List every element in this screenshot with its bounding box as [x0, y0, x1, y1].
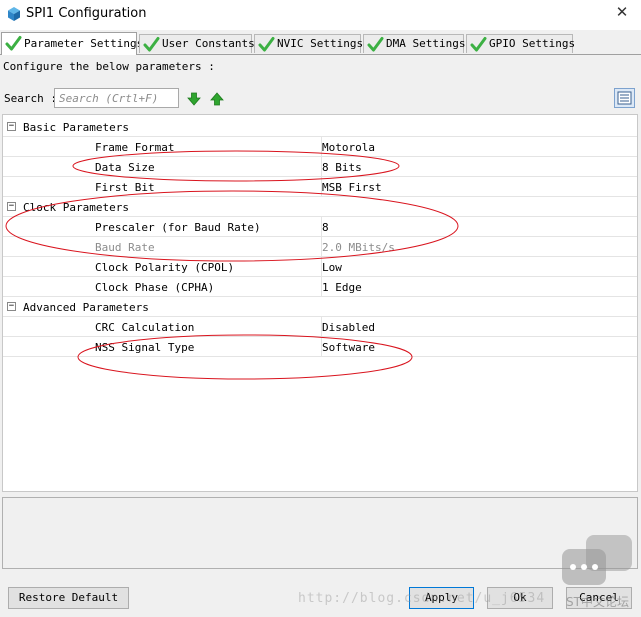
tab-nvic-settings[interactable]: NVIC Settings [254, 34, 364, 53]
group-clock-parameters[interactable]: − Clock Parameters [3, 197, 637, 217]
collapse-toggle-icon[interactable]: − [7, 202, 16, 211]
window-title: SPI1 Configuration [26, 6, 147, 21]
param-value-cell[interactable]: 8 [321, 217, 329, 236]
param-value: Disabled [322, 321, 375, 334]
check-icon [258, 37, 275, 52]
param-name: Frame Format [95, 141, 175, 154]
param-name: CRC Calculation [95, 321, 195, 334]
param-value-cell[interactable]: Disabled [321, 317, 375, 336]
list-view-icon [617, 91, 632, 105]
param-name: Baud Rate [95, 241, 155, 254]
param-row-crc-calculation[interactable]: CRC Calculation Disabled [3, 317, 637, 337]
param-value: Low [322, 261, 342, 274]
param-value-cell[interactable]: 8 Bits [321, 157, 362, 176]
group-name: Advanced Parameters [23, 301, 149, 314]
configure-instructions: Configure the below parameters : [3, 60, 215, 73]
param-value-cell[interactable]: 1 Edge [321, 277, 362, 296]
close-icon[interactable]: ✕ [615, 5, 629, 20]
tab-user-constants[interactable]: User Constants [139, 34, 255, 53]
tab-label: Parameter Settings [24, 37, 144, 50]
collapse-toggle-icon[interactable]: − [7, 122, 16, 131]
param-name: Prescaler (for Baud Rate) [95, 221, 261, 234]
param-value-cell[interactable]: Software [321, 337, 375, 356]
param-value: 2.0 MBits/s [322, 241, 395, 254]
param-name: NSS Signal Type [95, 341, 195, 354]
param-value: 1 Edge [322, 281, 362, 294]
tab-gpio-settings[interactable]: GPIO Settings [466, 34, 576, 53]
apply-button[interactable]: Apply [409, 587, 474, 609]
check-icon [470, 37, 487, 52]
param-row-clock-phase[interactable]: Clock Phase (CPHA) 1 Edge [3, 277, 637, 297]
search-input[interactable] [54, 88, 179, 108]
param-name: Data Size [95, 161, 155, 174]
tab-label: User Constants [162, 37, 255, 50]
cancel-button[interactable]: Cancel [566, 587, 632, 609]
param-row-baud-rate: Baud Rate 2.0 MBits/s [3, 237, 637, 257]
param-row-frame-format[interactable]: Frame Format Motorola [3, 137, 637, 157]
param-value: Software [322, 341, 375, 354]
param-value: MSB First [322, 181, 382, 194]
arrow-up-icon[interactable] [209, 91, 225, 107]
tab-label: DMA Settings [386, 37, 466, 50]
tab-label: NVIC Settings [277, 37, 364, 50]
param-value-cell[interactable]: MSB First [321, 177, 382, 196]
group-advanced-parameters[interactable]: − Advanced Parameters [3, 297, 637, 317]
group-name: Clock Parameters [23, 201, 129, 214]
param-row-prescaler[interactable]: Prescaler (for Baud Rate) 8 [3, 217, 637, 237]
search-label: Search : [4, 92, 57, 105]
ok-button[interactable]: Ok [487, 587, 553, 609]
param-value-cell[interactable]: Motorola [321, 137, 375, 156]
restore-default-button[interactable]: Restore Default [8, 587, 129, 609]
check-icon [5, 36, 22, 51]
param-value: 8 [322, 221, 329, 234]
param-value: 8 Bits [322, 161, 362, 174]
param-value: Motorola [322, 141, 375, 154]
list-view-toggle[interactable] [614, 88, 635, 108]
param-value-cell[interactable]: Low [321, 257, 342, 276]
param-row-data-size[interactable]: Data Size 8 Bits [3, 157, 637, 177]
arrow-down-icon[interactable] [186, 91, 202, 107]
group-basic-parameters[interactable]: − Basic Parameters [3, 117, 637, 137]
param-name: Clock Phase (CPHA) [95, 281, 215, 294]
collapse-toggle-icon[interactable]: − [7, 302, 16, 311]
tab-bar: Parameter Settings User Constants NVIC S… [0, 32, 641, 55]
param-row-nss-signal-type[interactable]: NSS Signal Type Software [3, 337, 637, 357]
description-panel [2, 497, 638, 569]
param-row-first-bit[interactable]: First Bit MSB First [3, 177, 637, 197]
group-name: Basic Parameters [23, 121, 129, 134]
param-row-clock-polarity[interactable]: Clock Polarity (CPOL) Low [3, 257, 637, 277]
title-bar: SPI1 Configuration ✕ [0, 0, 641, 30]
cube-icon [8, 7, 20, 21]
param-name: Clock Polarity (CPOL) [95, 261, 235, 274]
tab-parameter-settings[interactable]: Parameter Settings [1, 32, 143, 55]
tab-label: GPIO Settings [489, 37, 576, 50]
check-icon [367, 37, 384, 52]
param-name: First Bit [95, 181, 155, 194]
parameter-tree: − Basic Parameters Frame Format Motorola… [2, 114, 638, 492]
param-value-cell: 2.0 MBits/s [321, 237, 395, 256]
tab-dma-settings[interactable]: DMA Settings [363, 34, 466, 53]
check-icon [143, 37, 160, 52]
